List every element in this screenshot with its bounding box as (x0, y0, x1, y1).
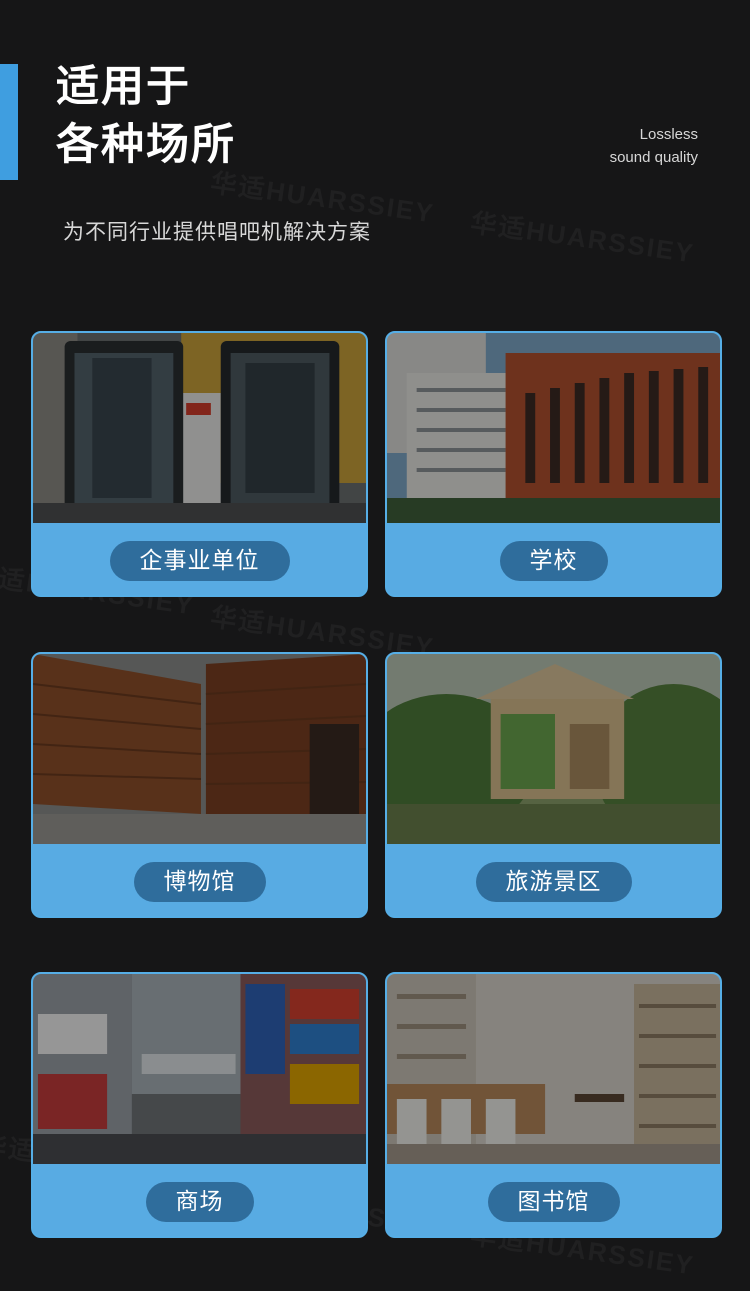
page-title-line-2: 各种场所 (56, 120, 236, 170)
accent-bar (0, 64, 18, 180)
shopping-street-photo (33, 974, 366, 1164)
venue-card-library[interactable]: 图书馆 (385, 972, 722, 1238)
venue-label-scenic-area: 旅游景区 (475, 862, 632, 902)
venue-label-school: 学校 (499, 541, 608, 581)
scenic-area-photo (387, 654, 720, 844)
venue-label-enterprise: 企事业单位 (109, 541, 290, 581)
venue-label-mall: 商场 (145, 1182, 254, 1222)
library-interior-photo (387, 974, 720, 1164)
venue-card-museum[interactable]: 博物馆 (31, 652, 368, 918)
school-building-photo (387, 333, 720, 523)
tagline: Lossless sound quality (610, 123, 698, 169)
tagline-line-1: Lossless (639, 126, 698, 143)
page-subtitle: 为不同行业提供唱吧机解决方案 (63, 220, 371, 244)
tagline-line-2: sound quality (609, 149, 698, 166)
venue-label-museum: 博物馆 (133, 862, 266, 902)
page-title-line-1: 适用于 (56, 62, 191, 112)
venue-card-mall[interactable]: 商场 (31, 972, 368, 1238)
museum-building-photo (33, 654, 366, 844)
venue-card-school[interactable]: 学校 (385, 331, 722, 597)
watermark: 华适HUARSSIEY (469, 202, 698, 270)
venue-label-library: 图书馆 (487, 1182, 620, 1222)
venue-card-scenic-area[interactable]: 旅游景区 (385, 652, 722, 918)
karaoke-booths-photo (33, 333, 366, 523)
venue-card-enterprise[interactable]: 企事业单位 (31, 331, 368, 597)
